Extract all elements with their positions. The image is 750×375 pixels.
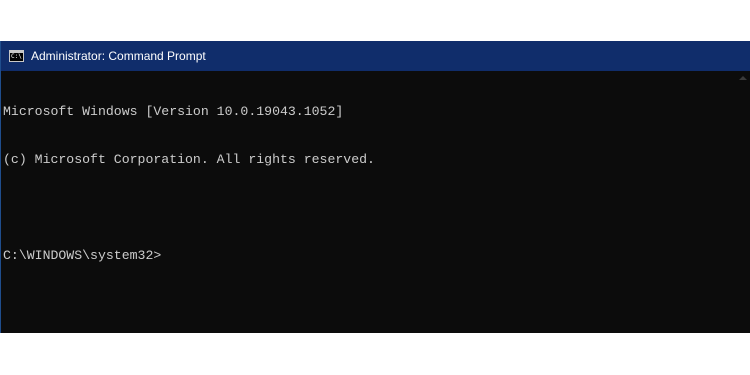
vertical-scrollbar[interactable]	[737, 71, 750, 333]
command-prompt-window: C:\. Administrator: Command Prompt Micro…	[0, 41, 750, 333]
scroll-up-arrow-icon[interactable]	[739, 76, 747, 80]
title-bar[interactable]: C:\. Administrator: Command Prompt	[1, 41, 750, 71]
console-prompt[interactable]: C:\WINDOWS\system32>	[3, 248, 736, 264]
console-output[interactable]: Microsoft Windows [Version 10.0.19043.10…	[3, 72, 736, 333]
cmd-icon: C:\.	[9, 50, 24, 62]
console-line-version: Microsoft Windows [Version 10.0.19043.10…	[3, 104, 344, 119]
window-title: Administrator: Command Prompt	[31, 49, 206, 63]
console-line-copyright: (c) Microsoft Corporation. All rights re…	[3, 152, 375, 167]
cmd-icon-glyph: C:\.	[11, 53, 23, 60]
